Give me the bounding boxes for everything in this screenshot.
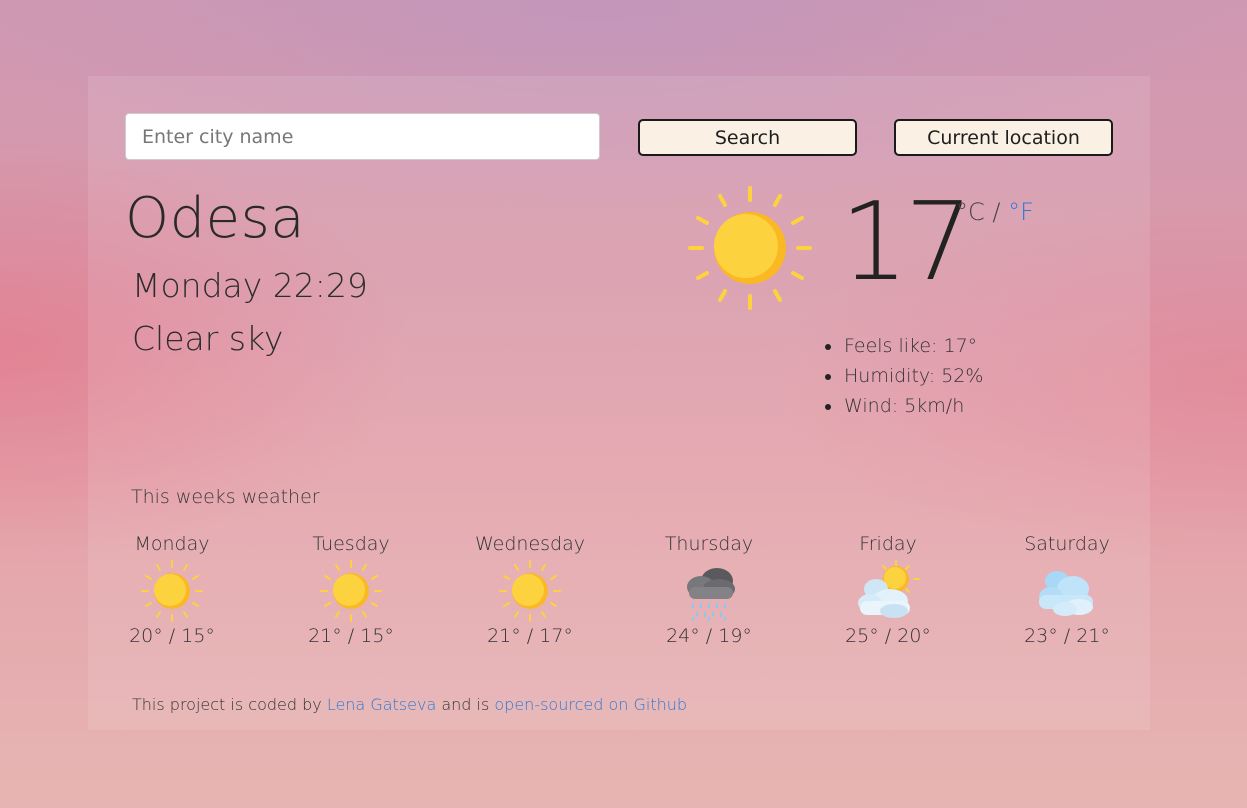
weather-description: Clear sky — [132, 319, 284, 358]
forecast-day-name: Wednesday — [474, 533, 585, 555]
forecast-day: Saturday 23° / 21° — [997, 533, 1137, 647]
partly-cloudy-icon — [858, 560, 920, 618]
current-location-button[interactable]: Current location — [894, 119, 1113, 156]
forecast-day: Tuesday 21° / 15° — [281, 533, 421, 647]
sun-icon — [141, 560, 203, 622]
city-search-input[interactable] — [125, 113, 600, 160]
forecast-day: Monday 20° / 15° — [102, 533, 242, 647]
sun-icon — [320, 560, 382, 622]
forecast-day: Wednesday 21° / 17° — [460, 533, 600, 647]
forecast-day-temp: 21° / 17° — [487, 625, 573, 647]
rain-cloud-icon — [687, 568, 735, 621]
github-link[interactable]: open-sourced on Github — [494, 695, 687, 714]
footer: This project is coded by Lena Gatseva an… — [132, 695, 687, 714]
forecast-day-temp: 23° / 21° — [1024, 625, 1110, 647]
humidity: Humidity: 52% — [824, 361, 983, 391]
forecast-day-name: Tuesday — [312, 533, 390, 555]
search-button[interactable]: Search — [638, 119, 857, 156]
wind: Wind: 5km/h — [824, 391, 983, 421]
author-link[interactable]: Lena Gatseva — [327, 695, 436, 714]
forecast-day-name: Friday — [859, 533, 917, 555]
sun-icon — [688, 186, 812, 310]
forecast-day-name: Monday — [134, 533, 210, 555]
weather-details-list: Feels like: 17° Humidity: 52% Wind: 5km/… — [824, 331, 983, 421]
unit-separator: / — [984, 198, 1009, 226]
weather-card — [88, 76, 1150, 730]
forecast-day-temp: 24° / 19° — [666, 625, 752, 647]
forecast-day-name: Thursday — [664, 533, 754, 555]
sun-icon — [499, 560, 561, 622]
forecast-day: Friday 25° / 20° — [818, 533, 958, 647]
unit-switcher: °C / °F — [956, 198, 1034, 226]
current-datetime: Monday 22:29 — [132, 266, 368, 305]
forecast-day: Thursday 24° / 19° — [639, 533, 779, 647]
footer-middle: and is — [436, 695, 495, 714]
fahrenheit-link[interactable]: °F — [1008, 198, 1034, 226]
forecast-title: This weeks weather — [131, 486, 320, 508]
current-temperature: 17 — [840, 180, 973, 305]
forecast-day-temp: 25° / 20° — [845, 625, 931, 647]
feels-like: Feels like: 17° — [824, 331, 983, 361]
footer-prefix: This project is coded by — [132, 695, 327, 714]
forecast-day-temp: 20° / 15° — [129, 625, 215, 647]
forecast-day-name: Saturday — [1024, 533, 1110, 555]
forecast-day-temp: 21° / 15° — [308, 625, 394, 647]
city-name: Odesa — [125, 186, 306, 251]
celsius-unit[interactable]: °C — [956, 198, 985, 226]
clouds-icon — [1039, 571, 1093, 616]
